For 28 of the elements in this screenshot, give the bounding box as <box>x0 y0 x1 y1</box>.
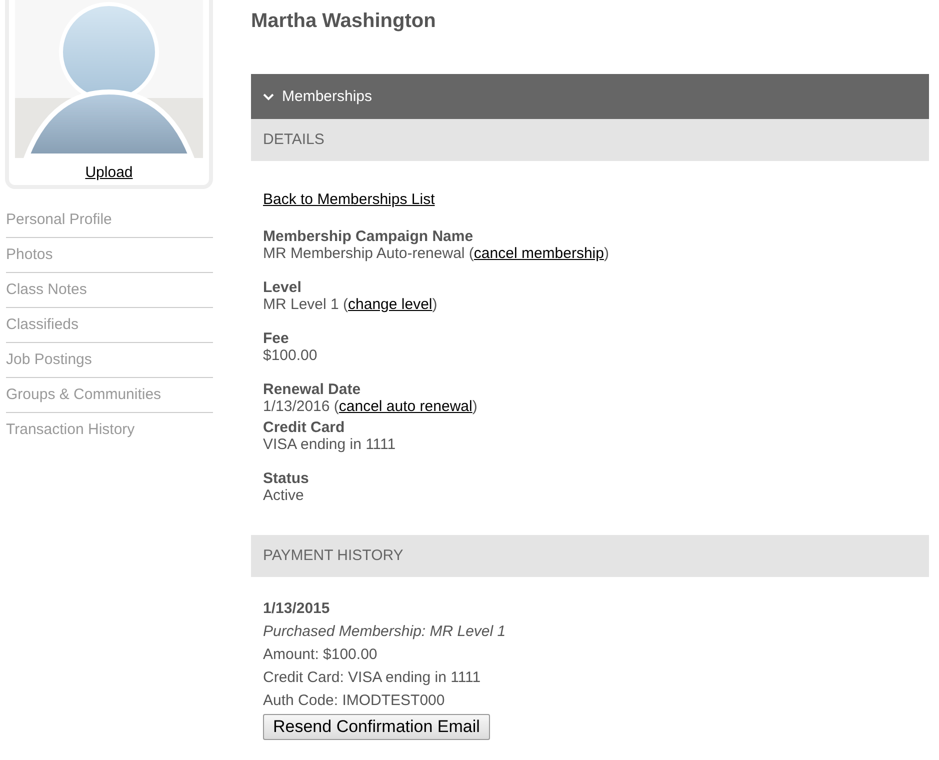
payment-description: Purchased Membership: MR Level 1 <box>263 622 506 642</box>
resend-email-button[interactable]: Resend Confirmation Email <box>263 714 490 740</box>
field-label: Membership Campaign Name <box>263 228 474 245</box>
field-label: Credit Card <box>263 419 345 436</box>
field-label: Fee <box>263 330 289 347</box>
upload-link[interactable]: Upload <box>85 164 133 181</box>
field-value: 1/13/2016 (cancel auto renewal) <box>263 398 478 415</box>
auth-code: Auth Code: IMODTEST000 <box>263 691 445 711</box>
field-value: Active <box>263 487 304 504</box>
chevron-icon <box>263 92 274 100</box>
field-label: Renewal Date <box>263 381 361 398</box>
action-link[interactable]: cancel auto renewal <box>338 398 472 415</box>
payment-card-text: Credit Card: VISA ending in 1111 <box>263 668 481 688</box>
field-value: $100.00 <box>263 347 318 364</box>
payment-date: 1/13/2015 <box>263 599 330 619</box>
field-value: MR Membership Auto-renewal (cancel membership) <box>263 245 609 262</box>
member-name: Martha Washington <box>251 9 437 33</box>
field-label: Status <box>263 470 309 487</box>
details-header: DETAILS <box>251 119 929 161</box>
action-link[interactable]: cancel membership <box>474 245 604 262</box>
payment-history-header: PAYMENT HISTORY <box>251 535 929 577</box>
back-link[interactable]: Back to Memberships List <box>263 191 435 209</box>
section-header[interactable]: Memberships <box>251 74 929 119</box>
field-label: Level <box>263 279 302 296</box>
field-value: VISA ending in 1111 <box>263 436 396 453</box>
field-value: MR Level 1 (change level) <box>263 296 438 313</box>
payment-amount: Amount: $100.00 <box>263 645 378 665</box>
action-link[interactable]: change level <box>348 296 432 313</box>
